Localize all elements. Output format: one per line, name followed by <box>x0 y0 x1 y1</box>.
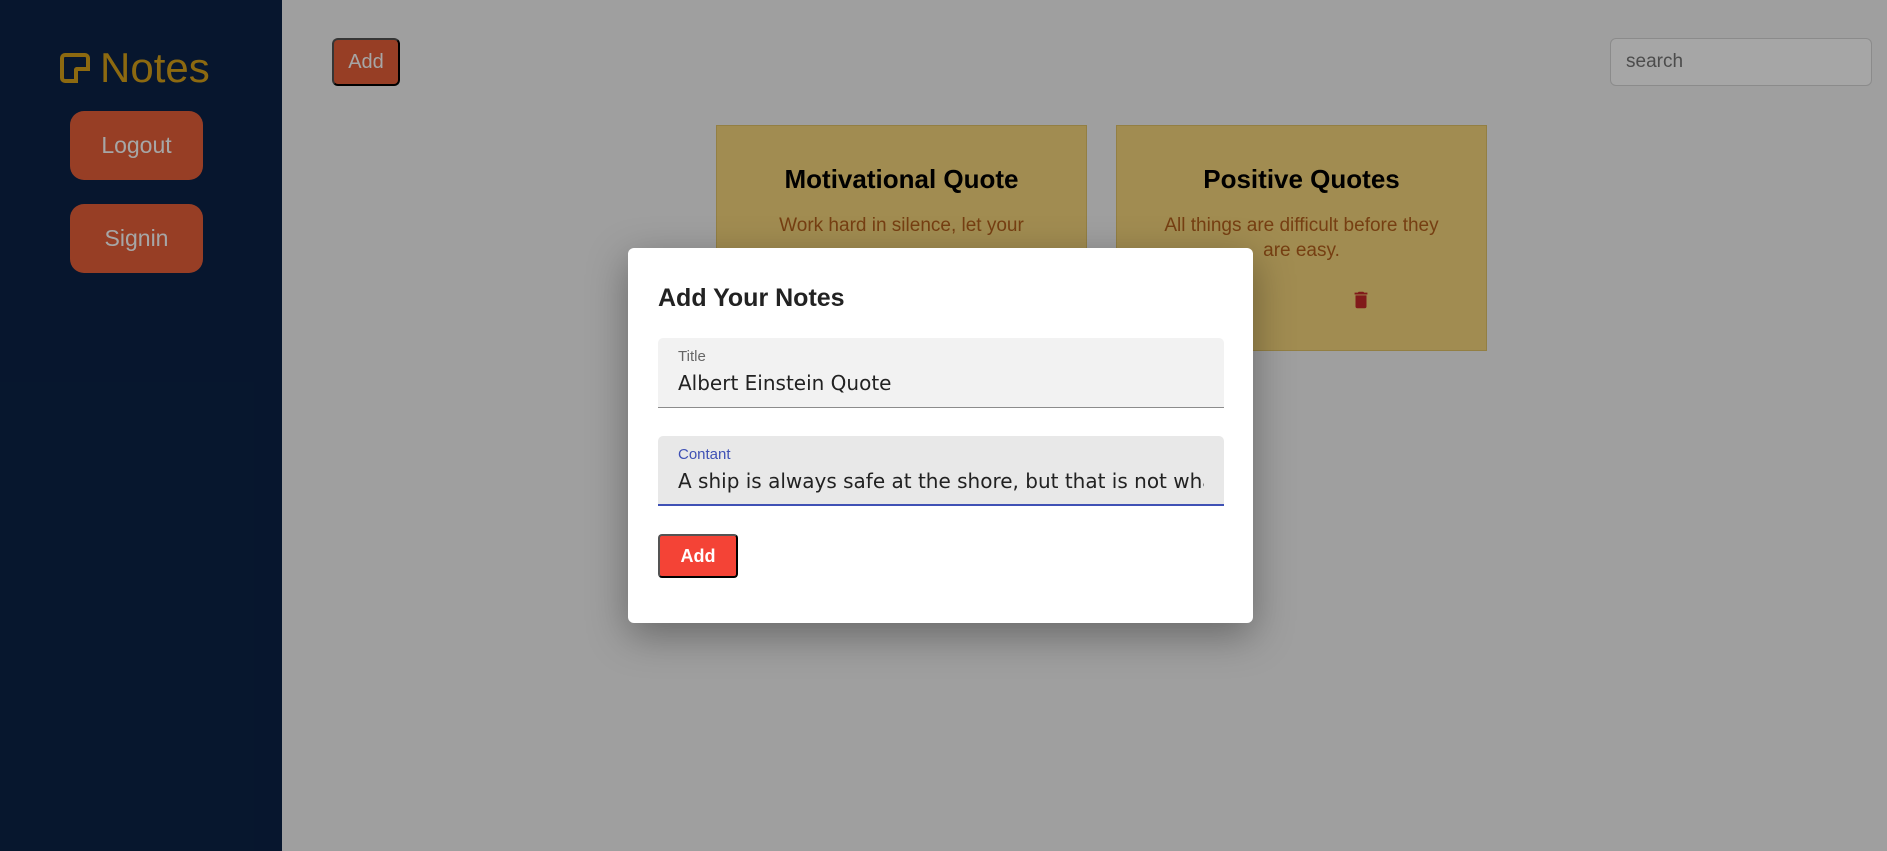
title-field-value[interactable]: Albert Einstein Quote <box>678 371 1204 395</box>
dialog-title: Add Your Notes <box>658 284 845 312</box>
content-field-label: Contant <box>678 446 731 463</box>
dialog-add-button[interactable]: Add <box>658 534 738 578</box>
app-root: Notes Logout Signin Add Motivational Quo… <box>0 0 1887 851</box>
title-field-label: Title <box>678 348 706 365</box>
content-field[interactable]: Contant A ship is always safe at the sho… <box>658 436 1224 506</box>
add-note-dialog: Add Your Notes Title Albert Einstein Quo… <box>628 248 1253 623</box>
title-field[interactable]: Title Albert Einstein Quote <box>658 338 1224 408</box>
content-field-value[interactable]: A ship is always safe at the shore, but … <box>678 469 1204 493</box>
